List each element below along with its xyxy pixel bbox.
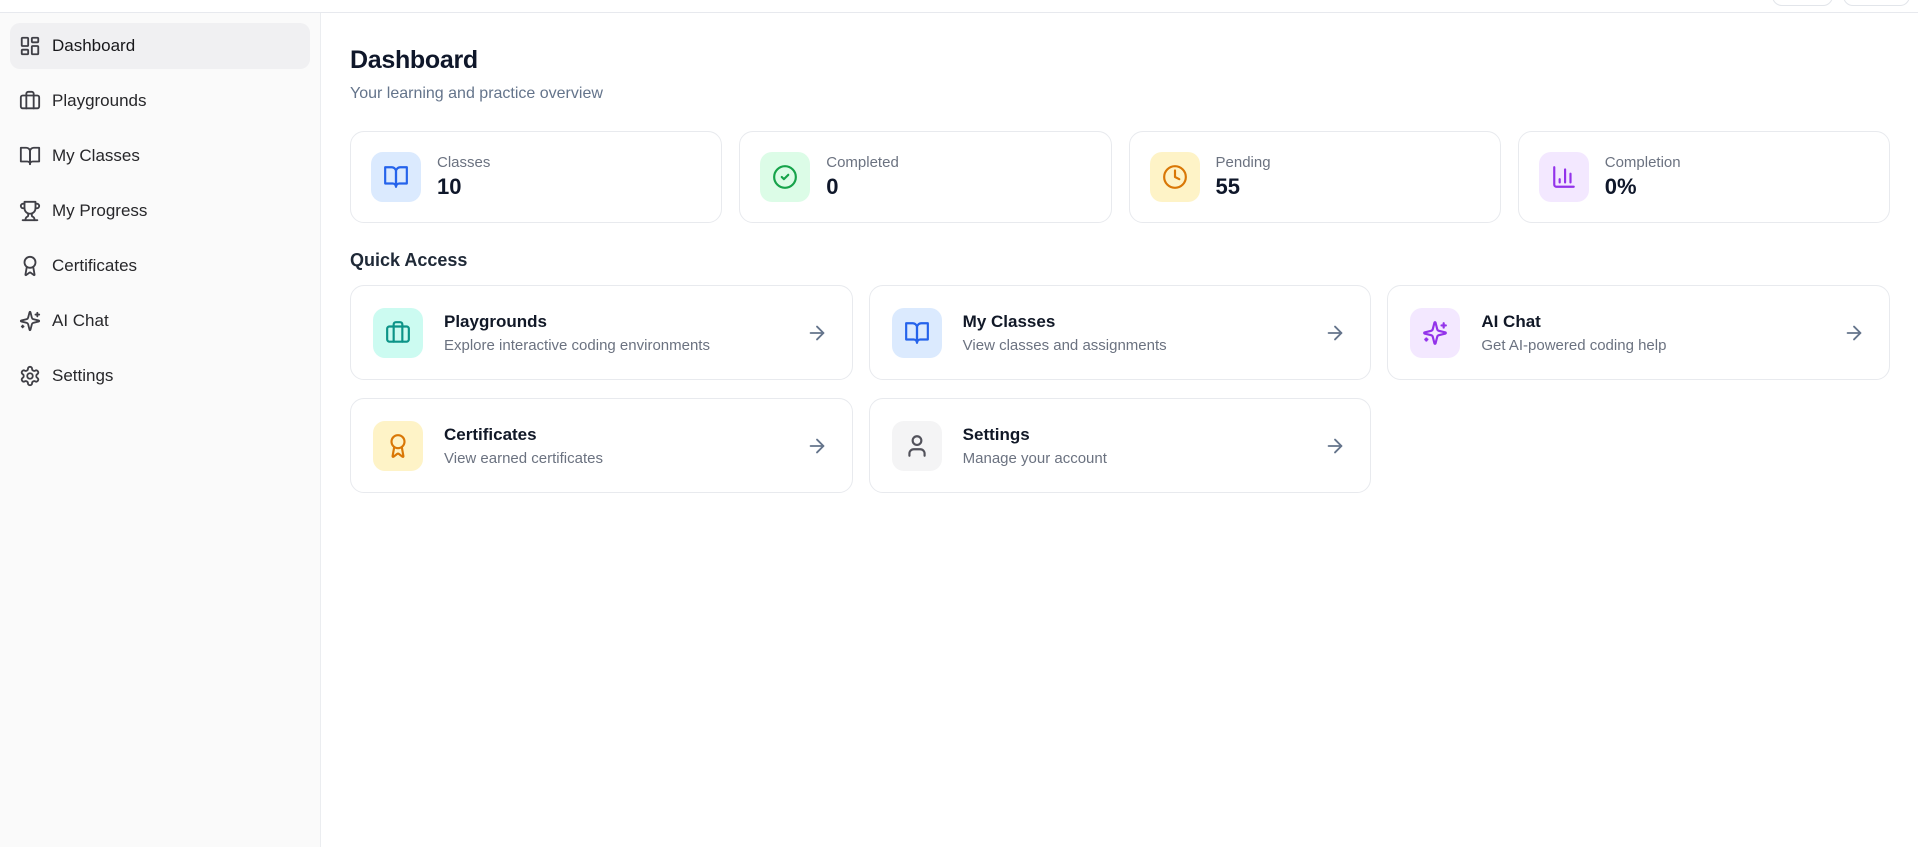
sidebar-item-label: AI Chat [52,311,109,330]
quick-access-card-my-classes[interactable]: My Classes View classes and assignments [868,285,1372,380]
sidebar-item-playgrounds[interactable]: Playgrounds [10,78,310,124]
quick-access-heading: Quick Access [350,250,468,270]
sidebar-item-my-classes[interactable]: My Classes [10,133,310,179]
stat-value: 0% [1604,174,1637,199]
sidebar-item-my-progress[interactable]: My Progress [10,188,310,234]
quick-access-card-playgrounds[interactable]: Playgrounds Explore interactive coding e… [350,285,853,380]
page-subtitle: Your learning and practice overview [350,85,603,102]
quick-access-grid: Playgrounds Explore interactive coding e… [350,285,1890,493]
cut-off-button-1[interactable] [1772,0,1833,6]
quick-access-card-title: Certificates [444,424,537,444]
main-content: Dashboard Your learning and practice ove… [321,13,1918,847]
quick-access-card-subtitle: View classes and assignments [962,336,1167,354]
stat-label: Completed [826,154,899,171]
stat-card-completion: Completion 0% [1517,131,1890,223]
sidebar-item-label: My Classes [52,146,140,165]
quick-access-card-subtitle: Manage your account [962,449,1107,467]
sidebar-item-settings[interactable]: Settings [10,353,310,399]
quick-access-card-title: Settings [962,424,1030,444]
quick-access-card-subtitle: Explore interactive coding environments [444,336,710,354]
stats-row: Classes 10 Completed 0 Pending 55 Comple… [350,131,1890,223]
user-icon [891,420,942,471]
sidebar-item-label: Settings [52,366,114,385]
stat-value: 10 [437,174,462,199]
award-icon [19,255,41,277]
stat-label: Pending [1215,154,1271,171]
award-icon [373,420,423,471]
sidebar-item-certificates[interactable]: Certificates [10,243,310,289]
arrow-right-icon [806,322,828,344]
bar-chart-icon [1538,152,1589,202]
top-bar [0,0,1918,13]
quick-access-card-settings[interactable]: Settings Manage your account [868,398,1372,493]
sidebar-item-label: Certificates [52,256,138,275]
quick-access-card-title: My Classes [962,311,1056,331]
stat-value: 55 [1215,174,1240,199]
book-open-icon [891,307,942,358]
book-open-icon [19,145,41,167]
stat-label: Completion [1604,154,1681,171]
sparkles-icon [19,310,41,332]
sidebar-nav: Dashboard Playgrounds My Classes My Prog… [10,23,310,399]
app-window: Dashboard Playgrounds My Classes My Prog… [0,0,1918,847]
cut-off-button-2[interactable] [1843,0,1910,6]
stat-value: 0 [826,174,839,199]
sidebar: Dashboard Playgrounds My Classes My Prog… [0,13,321,847]
quick-access-card-certificates[interactable]: Certificates View earned certificates [350,398,853,493]
layout: Dashboard Playgrounds My Classes My Prog… [0,13,1918,847]
quick-access-card-ai-chat[interactable]: AI Chat Get AI-powered coding help [1387,285,1890,380]
clock-icon [1149,152,1200,202]
briefcase-icon [373,307,423,358]
sidebar-item-ai-chat[interactable]: AI Chat [10,298,310,344]
quick-access-card-subtitle: Get AI-powered coding help [1481,336,1667,354]
quick-access-card-title: AI Chat [1481,311,1541,331]
sparkles-icon [1410,307,1461,358]
book-open-icon [371,152,421,202]
page-title: Dashboard [350,46,478,74]
arrow-right-icon [1324,322,1346,344]
stat-card-classes: Classes 10 [350,131,723,223]
quick-access-card-title: Playgrounds [444,311,547,331]
stat-label: Classes [437,154,491,171]
layout-dashboard-icon [19,35,41,57]
gear-icon [19,365,41,387]
sidebar-item-label: Dashboard [52,36,136,55]
circle-check-icon [760,152,811,202]
sidebar-item-label: My Progress [52,201,148,220]
sidebar-item-dashboard[interactable]: Dashboard [10,23,310,69]
trophy-icon [19,200,41,222]
stat-card-completed: Completed 0 [739,131,1112,223]
briefcase-icon [19,90,41,112]
sidebar-item-label: Playgrounds [52,91,147,110]
arrow-right-icon [1843,322,1865,344]
arrow-right-icon [1324,435,1346,457]
quick-access-card-subtitle: View earned certificates [444,449,603,467]
arrow-right-icon [806,435,828,457]
stat-card-pending: Pending 55 [1128,131,1501,223]
